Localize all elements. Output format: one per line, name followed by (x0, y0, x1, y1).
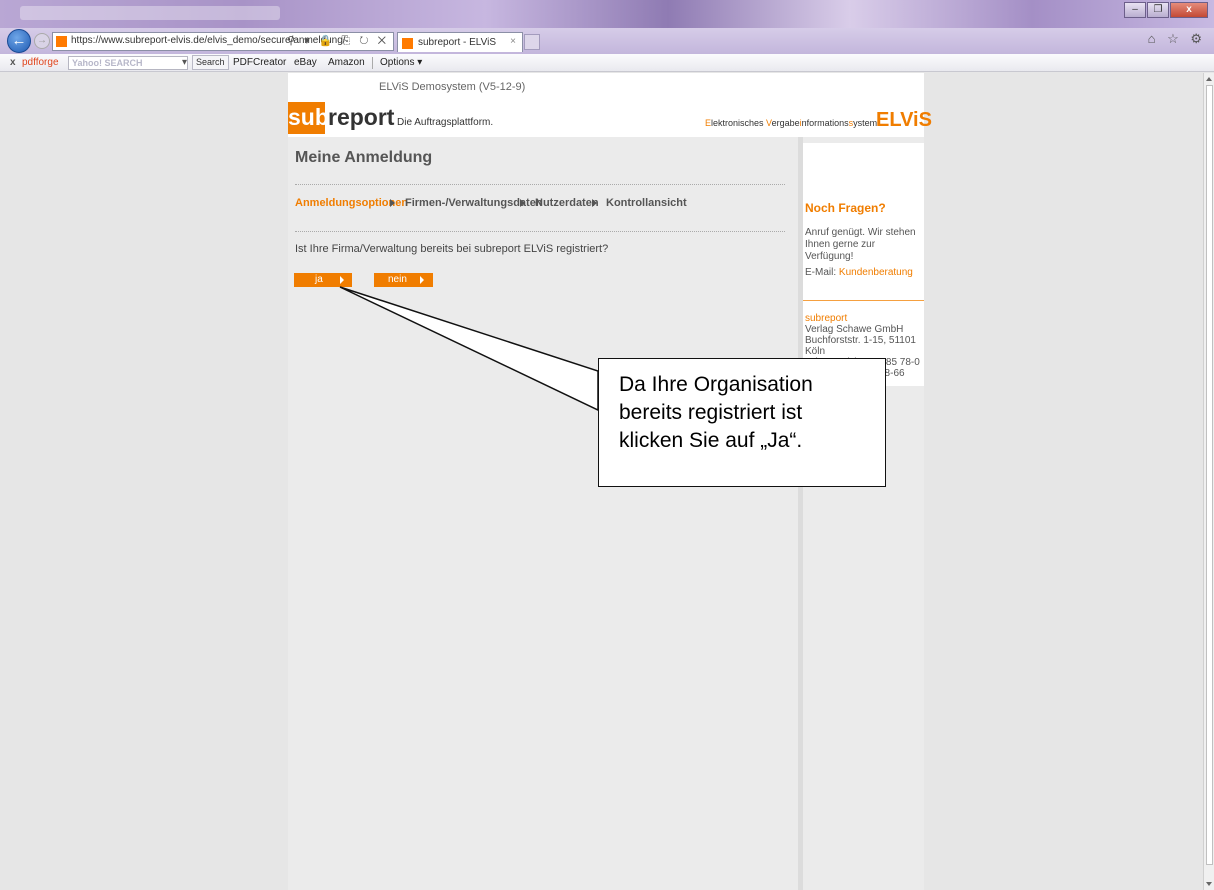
scroll-thumb[interactable] (1206, 85, 1213, 865)
callout-line: Da Ihre Organisation (619, 373, 813, 396)
vertical-scrollbar[interactable] (1203, 73, 1214, 890)
scroll-up-icon[interactable] (1206, 77, 1212, 81)
callout-pointer-shape (339, 286, 599, 412)
callout-line: bereits registriert ist (619, 401, 803, 424)
scroll-down-icon[interactable] (1206, 882, 1212, 886)
callout-box: Da Ihre Organisation bereits registriert… (598, 358, 886, 487)
callout-text: Da Ihre Organisation bereits registriert… (619, 371, 813, 455)
callout-line: klicken Sie auf „Ja“. (619, 429, 803, 452)
